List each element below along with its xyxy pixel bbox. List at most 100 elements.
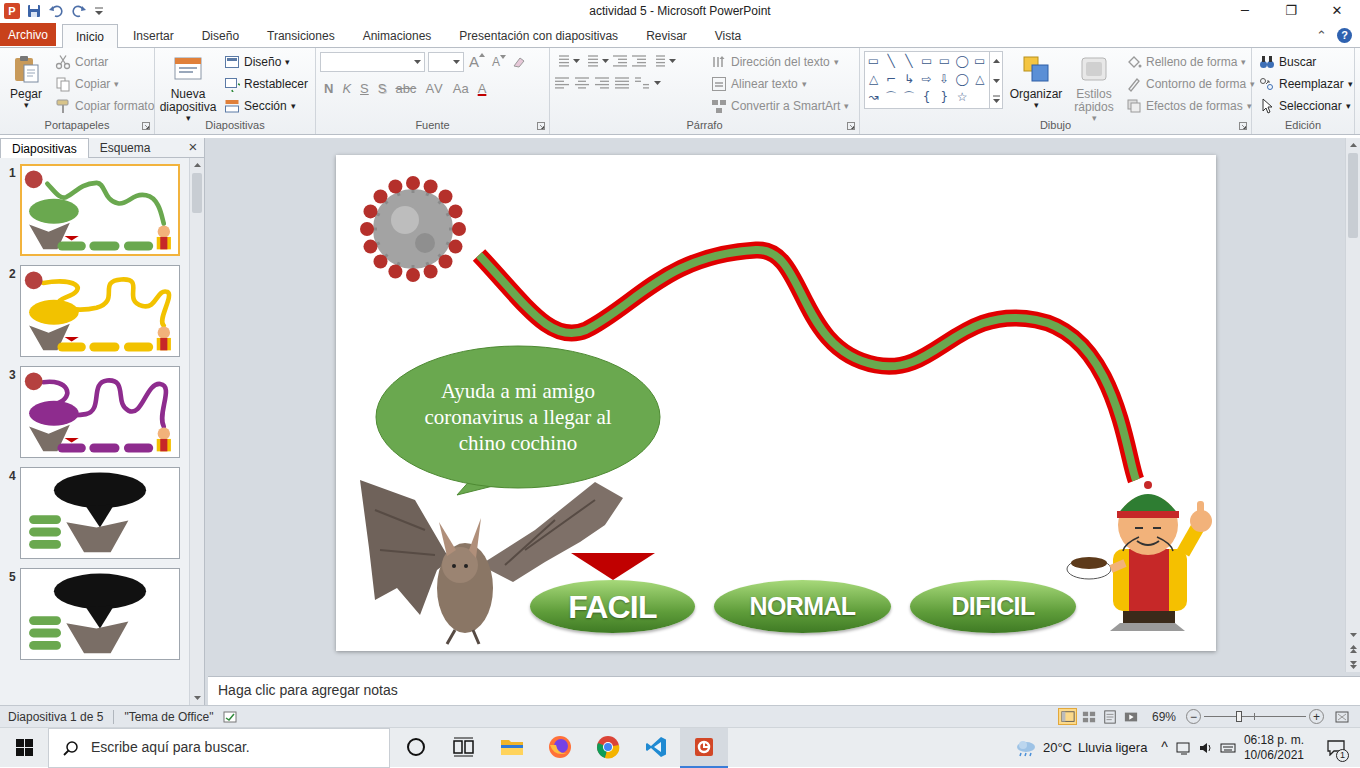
new-slide-button[interactable]: Nueva diapositiva▾ [159, 51, 217, 123]
shape-item[interactable]: ↝ [865, 88, 882, 106]
weather-widget[interactable]: 20°CLluvia ligera [1015, 738, 1147, 758]
maximize-button[interactable]: ❐ [1268, 0, 1314, 22]
shape-item[interactable]: ↳ [900, 70, 917, 88]
shape-item[interactable]: ⇨ [918, 70, 935, 88]
ribbon-tab[interactable]: Vista [702, 24, 754, 47]
shape-item[interactable]: ⌒ [900, 88, 917, 106]
shape-item[interactable]: { [918, 88, 935, 106]
taskbar-app[interactable] [392, 728, 440, 768]
notes-pane[interactable]: Haga clic para agregar notas [208, 676, 1360, 704]
vertical-scrollbar[interactable] [1345, 138, 1360, 672]
ribbon-tab[interactable]: Inicio [62, 24, 118, 48]
shape-item[interactable]: ☆ [954, 88, 971, 106]
format-button[interactable]: K [338, 78, 355, 100]
arrange-button[interactable]: Organizar▾ [1007, 51, 1065, 110]
shape-item[interactable]: ╲ [883, 52, 900, 70]
slides-button[interactable]: Diseño▾ [221, 51, 311, 73]
shape-item[interactable]: ▭ [936, 52, 953, 70]
close-button[interactable]: ✕ [1314, 0, 1360, 22]
ribbon-tab[interactable]: Animaciones [350, 24, 445, 47]
taskbar-app[interactable] [584, 728, 632, 768]
slide-thumbnail[interactable]: 5 [0, 568, 189, 661]
clipboard-button[interactable]: Cortar [52, 51, 157, 73]
paste-button[interactable]: Pegar▾ [4, 51, 48, 110]
panel-tab[interactable]: Diapositivas [0, 138, 89, 158]
file-tab[interactable]: Archivo [0, 23, 56, 46]
search-box[interactable]: Escribe aquí para buscar. [48, 728, 390, 768]
shape-item[interactable]: △ [865, 70, 882, 88]
shape-item[interactable]: △ [971, 70, 988, 88]
ribbon-tab[interactable]: Transiciones [254, 24, 348, 47]
close-panel-button[interactable]: × [182, 138, 204, 157]
shape-item[interactable]: ▭ [971, 52, 988, 70]
taskbar-app[interactable] [680, 728, 728, 768]
editing-button[interactable]: Seleccionar▾ [1256, 95, 1356, 117]
panel-scrollbar[interactable] [189, 158, 204, 705]
ribbon-tab[interactable]: Revisar [633, 24, 700, 47]
shape-item[interactable]: ⌒ [883, 88, 900, 106]
slide-thumbnail[interactable]: 4 [0, 467, 189, 560]
slideshow-button[interactable] [1121, 708, 1140, 725]
font-size-field[interactable] [428, 52, 464, 72]
format-button[interactable]: N [320, 78, 337, 100]
shape-item[interactable]: ▭ [918, 52, 935, 70]
shape-item[interactable]: } [936, 88, 953, 106]
editing-button[interactable]: Reemplazar▾ [1256, 73, 1356, 95]
slide-sorter-button[interactable] [1079, 708, 1098, 725]
quick-styles-button[interactable]: Estilos rápidos▾ [1069, 51, 1119, 123]
ribbon-tab[interactable]: Insertar [120, 24, 187, 47]
panel-tab[interactable]: Esquema [89, 138, 162, 157]
drawing-button[interactable]: Efectos de formas▾ [1123, 95, 1258, 117]
drawing-button[interactable]: Relleno de forma▾ [1123, 51, 1258, 73]
notifications-button[interactable]: 1 [1322, 728, 1350, 768]
slide[interactable]: Ayuda a mi amigo coronavirus a llegar al… [336, 155, 1216, 651]
minimize-button[interactable]: ─ [1222, 0, 1268, 22]
slide-thumbnail[interactable]: 3 [0, 366, 189, 459]
slide-thumbnail[interactable]: 2 [0, 265, 189, 358]
font-size-button[interactable]: A [467, 51, 487, 74]
paragraph-button[interactable]: Dirección del texto▾ [708, 51, 852, 73]
level-button[interactable]: DIFICIL [910, 580, 1076, 633]
shape-item[interactable]: ⇩ [936, 70, 953, 88]
shape-item[interactable]: ╲ [900, 52, 917, 70]
format-button[interactable]: S [356, 78, 373, 100]
level-button[interactable]: FACIL [530, 580, 695, 633]
font-size-button[interactable]: A [490, 53, 508, 71]
drawing-button[interactable]: Contorno de forma▾ [1123, 73, 1258, 95]
editing-button[interactable]: Buscar [1256, 51, 1356, 73]
taskbar-app[interactable] [536, 728, 584, 768]
taskbar-app[interactable] [632, 728, 680, 768]
taskbar-app[interactable] [440, 728, 488, 768]
shape-item[interactable]: ◯ [954, 52, 971, 70]
clipboard-button[interactable]: Copiar▾ [52, 73, 157, 95]
format-button[interactable]: abc [391, 78, 420, 100]
slide-thumbnail[interactable]: 1 [0, 164, 189, 257]
zoom-out-button[interactable]: − [1186, 709, 1201, 724]
slides-button[interactable]: Restablecer [221, 73, 311, 95]
paragraph-button[interactable]: Convertir a SmartArt▾ [708, 95, 852, 117]
ribbon-tab[interactable]: Presentación con diapositivas [446, 24, 631, 47]
collapse-ribbon-button[interactable]: ⌃ [1316, 26, 1327, 46]
format-button[interactable]: Aa [449, 78, 473, 100]
help-button[interactable]: ? [1337, 28, 1352, 43]
shape-item[interactable]: ▭ [865, 52, 882, 70]
reading-view-button[interactable] [1100, 708, 1119, 725]
clock[interactable]: 06:18 p. m.10/06/2021 [1244, 733, 1304, 763]
level-button[interactable]: NORMAL [714, 580, 891, 633]
taskbar-app[interactable] [488, 728, 536, 768]
clipboard-button[interactable]: Copiar formato [52, 95, 157, 117]
shapes-gallery[interactable]: ▭╲╲▭▭◯▭△⌐↳⇨⇩◯△↝⌒⌒{}☆ [864, 51, 1003, 109]
zoom-thumb[interactable] [1236, 711, 1242, 722]
format-button[interactable]: A [474, 78, 491, 100]
format-button[interactable]: AV [421, 78, 447, 100]
normal-view-button[interactable] [1058, 708, 1077, 725]
start-button[interactable] [0, 728, 48, 768]
shape-item[interactable]: ⌐ [883, 70, 900, 88]
font-name-field[interactable] [320, 52, 425, 72]
slides-button[interactable]: Sección▾ [221, 95, 311, 117]
paragraph-button[interactable]: Alinear texto▾ [708, 73, 852, 95]
zoom-in-button[interactable]: + [1309, 709, 1324, 724]
ribbon-tab[interactable]: Diseño [189, 24, 252, 47]
shape-item[interactable]: ◯ [954, 70, 971, 88]
tray-overflow-button[interactable]: ^ [1161, 737, 1168, 758]
